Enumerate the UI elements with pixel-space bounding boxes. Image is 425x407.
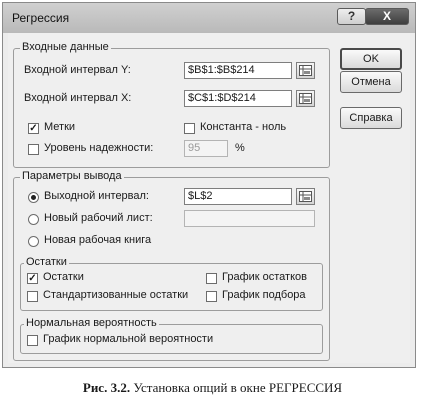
confidence-label: Уровень надежности: [44,142,154,154]
range-picker-icon [299,65,312,76]
constant-zero-label: Константа - ноль [200,121,287,133]
standardized-residuals-checkbox[interactable] [27,291,38,302]
dialog-body: Входные данные Входной интервал Y: $B$1:… [8,33,410,363]
caption-text: Установка опций в окне РЕГРЕССИЯ [130,380,343,395]
new-sheet-label: Новый рабочий лист: [44,212,153,224]
close-button[interactable]: X [365,8,409,25]
range-picker-icon [299,191,312,202]
percent-sign: % [235,142,245,154]
new-workbook-label: Новая рабочая книга [44,234,152,246]
normal-probability-group: Нормальная вероятность График нормальной… [20,317,323,354]
output-range-label: Выходной интервал: [44,190,149,202]
confidence-checkbox[interactable] [28,144,39,155]
figure-number: Рис. 3.2. [82,380,131,395]
output-options-title: Параметры вывода [20,170,124,182]
new-workbook-radio[interactable] [28,236,39,247]
labels-checkbox[interactable]: ✓ [28,123,39,134]
labels-label: Метки [44,121,76,133]
new-sheet-radio[interactable] [28,214,39,225]
title-bar: Регрессия ? X [3,3,415,33]
y-range-picker-button[interactable] [296,62,315,79]
residuals-group: Остатки ✓ Остатки Стандартизованные оста… [20,256,323,311]
new-sheet-input[interactable] [184,210,315,227]
regression-dialog: Регрессия ? X Входные данные Входной инт… [2,2,416,368]
x-range-label: Входной интервал X: [24,92,132,104]
line-fit-plot-label: График подбора [222,289,306,301]
x-range-picker-button[interactable] [296,90,315,107]
residual-plot-label: График остатков [222,271,307,283]
x-range-input[interactable]: $C$1:$D$214 [184,90,292,107]
figure-caption: Рис. 3.2. Установка опций в окне РЕГРЕСС… [0,380,425,396]
help-title-button[interactable]: ? [337,8,366,25]
range-picker-icon [299,93,312,104]
y-range-label: Входной интервал Y: [24,64,131,76]
residuals-title: Остатки [24,256,69,268]
normal-plot-label: График нормальной вероятности [43,333,214,345]
help-button[interactable]: Справка [340,107,402,129]
output-range-input[interactable]: $L$2 [184,188,292,205]
y-range-input[interactable]: $B$1:$B$214 [184,62,292,79]
residuals-label: Остатки [43,271,84,283]
residual-plot-checkbox[interactable] [206,273,217,284]
cancel-button[interactable]: Отмена [340,71,402,93]
input-data-group: Входные данные Входной интервал Y: $B$1:… [13,41,330,168]
ok-button[interactable]: OK [340,48,402,70]
confidence-input[interactable]: 95 [184,140,228,157]
output-range-radio[interactable] [28,192,39,203]
output-range-picker-button[interactable] [296,188,315,205]
constant-zero-checkbox[interactable] [184,123,195,134]
input-data-title: Входные данные [20,41,111,53]
dialog-title: Регрессия [12,11,70,25]
residuals-checkbox[interactable]: ✓ [27,273,38,284]
normal-plot-checkbox[interactable] [27,335,38,346]
line-fit-plot-checkbox[interactable] [206,291,217,302]
normal-probability-title: Нормальная вероятность [24,317,159,329]
output-options-group: Параметры вывода Выходной интервал: $L$2… [13,170,330,361]
standardized-residuals-label: Стандартизованные остатки [43,289,189,301]
